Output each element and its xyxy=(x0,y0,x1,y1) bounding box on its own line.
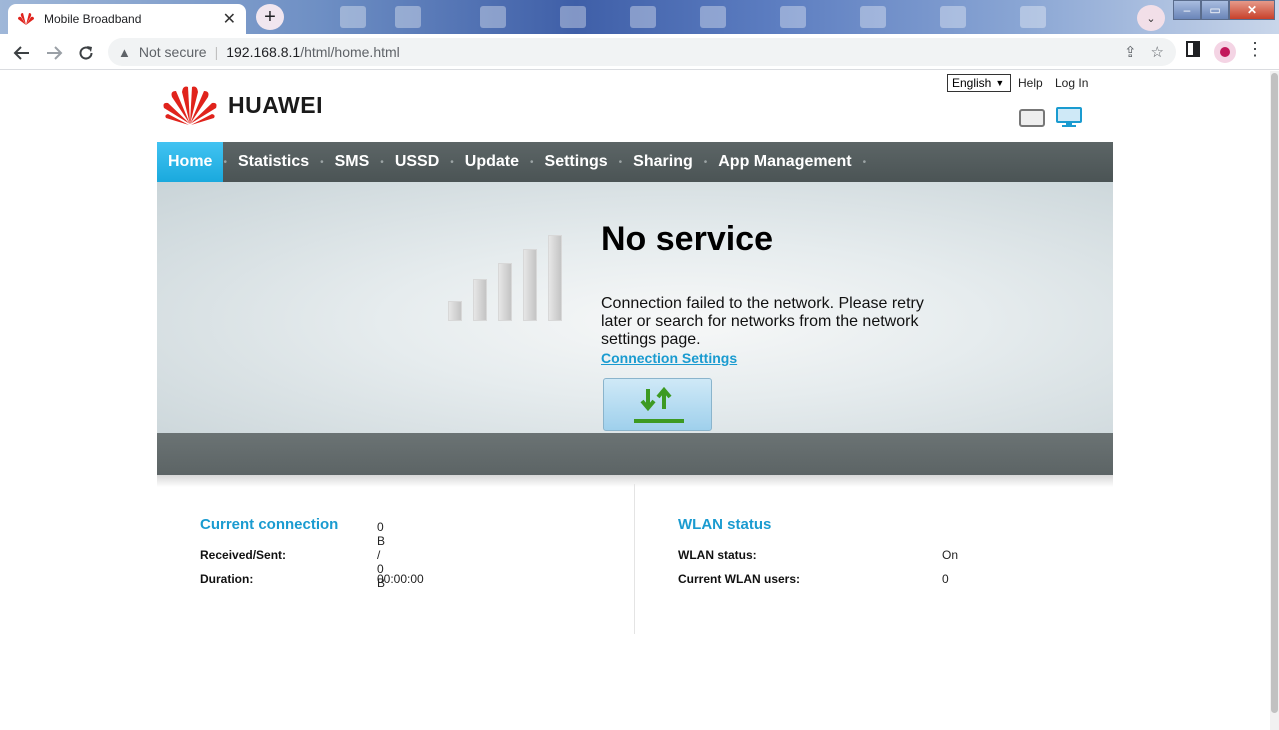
page-header: HUAWEI English ▼ Help Log In xyxy=(157,71,1113,143)
omnibox-actions: ⇪ ☆ xyxy=(1124,43,1164,61)
desktop-icon xyxy=(940,6,966,28)
wlan-status-label: WLAN status: xyxy=(678,548,757,562)
browser-menu-icon[interactable]: ⋮ xyxy=(1246,40,1264,58)
nav-app-management[interactable]: App Management xyxy=(707,142,862,182)
desktop-icon xyxy=(1020,6,1046,28)
reload-icon[interactable] xyxy=(73,40,99,66)
desktop-icon xyxy=(630,6,656,28)
new-tab-button[interactable]: + xyxy=(256,4,284,30)
status-footer-strip xyxy=(157,433,1113,475)
wlan-status-row: WLAN status: On xyxy=(678,543,958,567)
desktop-icon xyxy=(480,6,506,28)
desktop-icon xyxy=(780,6,806,28)
tab-title: Mobile Broadband xyxy=(44,12,142,26)
browser-tab[interactable]: Mobile Broadband ✕ xyxy=(8,4,246,34)
tab-search-button[interactable]: ⌄ xyxy=(1137,5,1165,31)
status-title: No service xyxy=(601,220,773,258)
main-nav: Home • Statistics • SMS • USSD • Update … xyxy=(157,142,1113,182)
data-transfer-icon xyxy=(634,386,684,423)
wlan-status-value: On xyxy=(942,548,959,562)
language-value[interactable]: English xyxy=(952,76,991,90)
duration-row: Duration: 00:00:00 xyxy=(200,567,424,591)
duration-value: 00:00:00 xyxy=(377,572,424,586)
bookmark-star-icon[interactable]: ☆ xyxy=(1151,43,1164,61)
connection-settings-link[interactable]: Connection Settings xyxy=(601,350,737,366)
nav-sharing[interactable]: Sharing xyxy=(622,142,704,182)
omnibox-divider: | xyxy=(214,44,219,60)
huawei-favicon-icon xyxy=(18,13,34,25)
wlan-users-label: Current WLAN users: xyxy=(678,572,801,586)
wlan-status-heading: WLAN status xyxy=(678,516,772,533)
current-connection-section: Current connection Received/Sent: 0 B / … xyxy=(200,516,424,591)
desktop-icon xyxy=(560,6,586,28)
wlan-users-row: Current WLAN users: 0 xyxy=(678,567,949,591)
desktop-icon xyxy=(700,6,726,28)
forward-arrow-icon[interactable] xyxy=(41,40,67,66)
url-host[interactable]: 192.168.8.1 xyxy=(226,44,300,60)
router-page: HUAWEI English ▼ Help Log In Home • Stat… xyxy=(157,71,1113,671)
huawei-logo: HUAWEI xyxy=(162,84,323,126)
signal-strength-icon xyxy=(448,233,563,321)
connection-status-panel: No service Connection failed to the netw… xyxy=(157,182,1113,434)
address-bar[interactable]: ▲ Not secure | 192.168.8.1/html/home.htm… xyxy=(108,38,1176,66)
nav-sms[interactable]: SMS xyxy=(324,142,381,182)
back-arrow-icon[interactable] xyxy=(9,40,35,66)
page-scrollbar[interactable] xyxy=(1270,71,1279,730)
nav-home[interactable]: Home xyxy=(157,142,224,182)
browser-tab-bar: Mobile Broadband ✕ + ⌄ – ▭ ✕ xyxy=(0,0,1279,34)
help-link[interactable]: Help xyxy=(1018,76,1043,90)
huawei-flower-icon xyxy=(163,86,217,125)
restore-button[interactable]: ▭ xyxy=(1201,0,1229,20)
url-path[interactable]: /html/home.html xyxy=(300,44,400,60)
desktop-icon xyxy=(395,6,421,28)
panel-shadow xyxy=(157,475,1113,487)
login-link[interactable]: Log In xyxy=(1055,76,1088,90)
brand-name: HUAWEI xyxy=(228,91,323,118)
warning-icon[interactable]: ▲ xyxy=(118,45,131,60)
nav-statistics[interactable]: Statistics xyxy=(227,142,320,182)
column-divider xyxy=(634,484,635,634)
share-icon[interactable]: ⇪ xyxy=(1124,43,1137,61)
wlan-users-value: 0 xyxy=(942,572,949,586)
security-label[interactable]: Not secure xyxy=(139,44,207,60)
tab-close-icon[interactable]: ✕ xyxy=(223,9,236,29)
received-sent-label: Received/Sent: xyxy=(200,548,287,562)
duration-label: Duration: xyxy=(200,572,254,586)
desktop-icon xyxy=(340,6,366,28)
desktop-view-icon[interactable] xyxy=(1055,107,1083,127)
chevron-down-icon[interactable]: ▼ xyxy=(995,78,1004,88)
device-view-icon[interactable] xyxy=(1019,109,1045,127)
language-select[interactable]: English ▼ xyxy=(947,74,1011,92)
nav-separator: • xyxy=(862,156,867,168)
profile-avatar-icon[interactable] xyxy=(1214,41,1236,63)
browser-toolbar: ▲ Not secure | 192.168.8.1/html/home.htm… xyxy=(0,34,1279,70)
nav-settings[interactable]: Settings xyxy=(534,142,619,182)
desktop-icon xyxy=(860,6,886,28)
connect-button[interactable] xyxy=(603,378,712,431)
received-sent-row: Received/Sent: 0 B / 0 B xyxy=(200,520,385,590)
current-connection-heading: Current connection xyxy=(200,516,339,533)
side-panel-icon[interactable] xyxy=(1186,41,1200,62)
close-window-button[interactable]: ✕ xyxy=(1229,0,1275,20)
minimize-button[interactable]: – xyxy=(1173,0,1201,20)
nav-update[interactable]: Update xyxy=(454,142,530,182)
window-controls: – ▭ ✕ xyxy=(1173,0,1275,20)
status-message: Connection failed to the network. Please… xyxy=(601,295,924,348)
nav-ussd[interactable]: USSD xyxy=(384,142,450,182)
wlan-status-section: WLAN status WLAN status: On Current WLAN… xyxy=(678,516,958,591)
